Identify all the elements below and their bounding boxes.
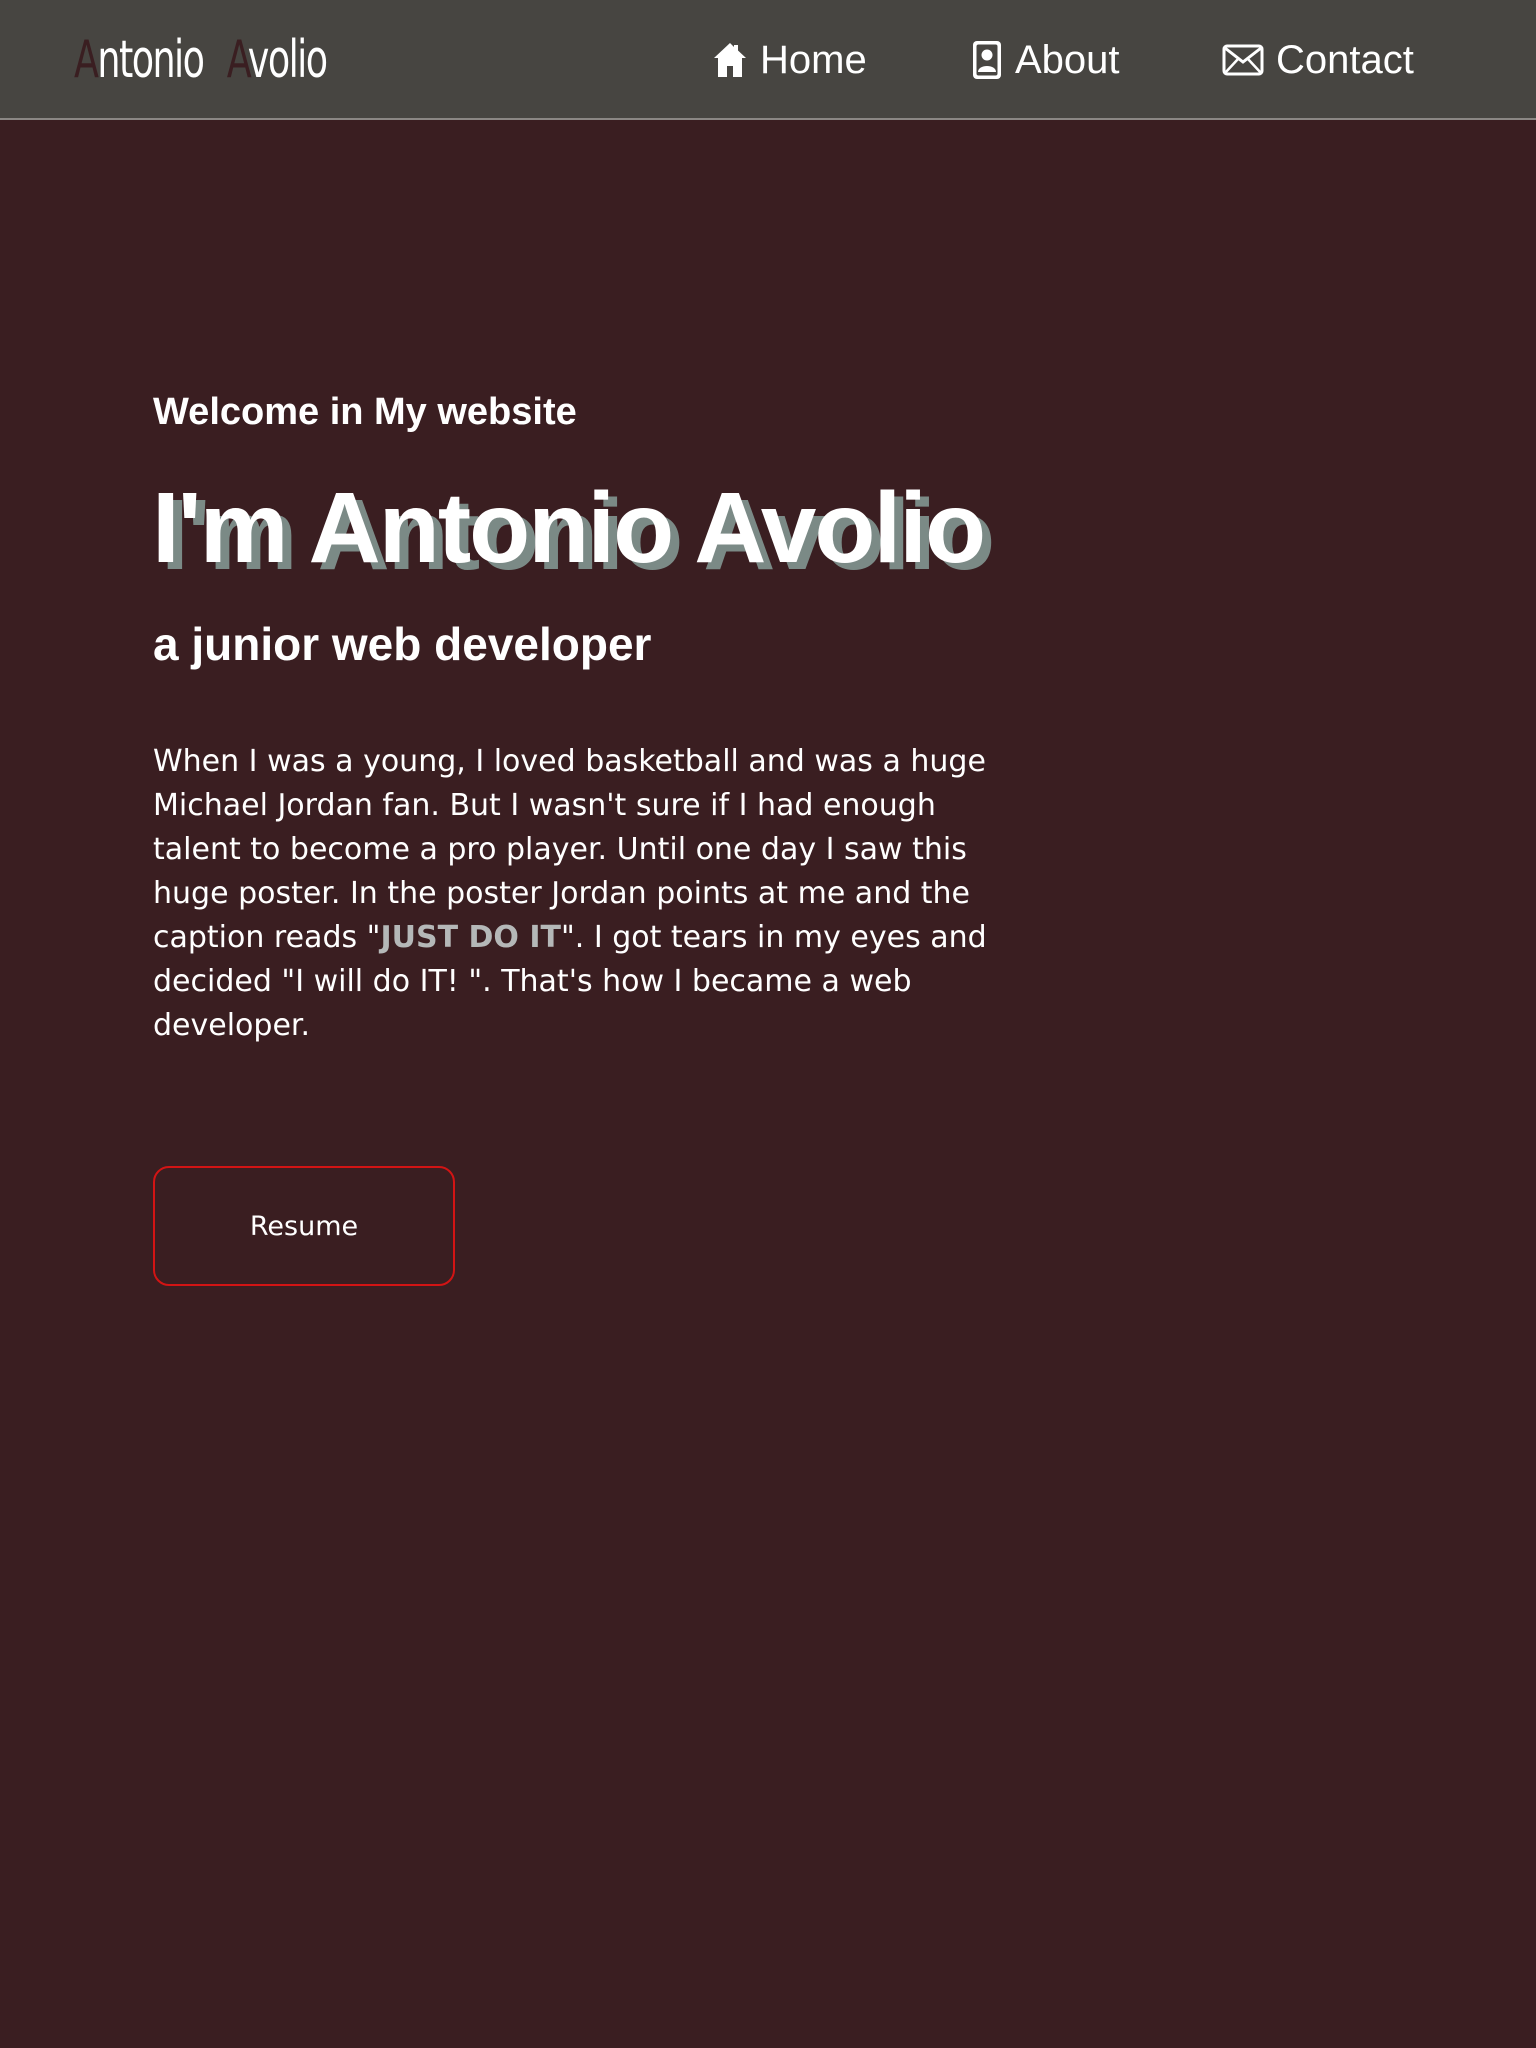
envelope-icon — [1222, 44, 1264, 76]
person-badge-icon — [971, 39, 1003, 81]
logo-first-initial: A — [74, 30, 99, 90]
nav-link-home[interactable]: Home — [712, 30, 867, 90]
role-heading: a junior web developer — [153, 618, 652, 670]
navbar: Antonio Avolio Home About Contact — [0, 0, 1536, 120]
nav-link-about[interactable]: About — [971, 30, 1120, 90]
nav-link-contact-label: Contact — [1276, 37, 1414, 82]
site-logo[interactable]: Antonio Avolio — [74, 22, 328, 98]
logo-last-initial: A — [226, 30, 250, 90]
resume-button[interactable]: Resume — [153, 1166, 455, 1286]
home-icon — [712, 41, 748, 79]
nav-link-contact[interactable]: Contact — [1222, 30, 1414, 90]
logo-last-rest: volio — [247, 30, 328, 90]
bio-highlight: JUST DO IT — [380, 920, 561, 955]
name-heading: I'm Antonio Avolio — [152, 472, 986, 584]
nav-link-home-label: Home — [760, 37, 867, 82]
logo-first-rest: ntonio — [97, 30, 205, 90]
bio-paragraph: When I was a young, I loved basketball a… — [153, 740, 993, 1048]
welcome-heading: Welcome in My website — [153, 391, 577, 433]
nav-link-about-label: About — [1015, 37, 1120, 82]
